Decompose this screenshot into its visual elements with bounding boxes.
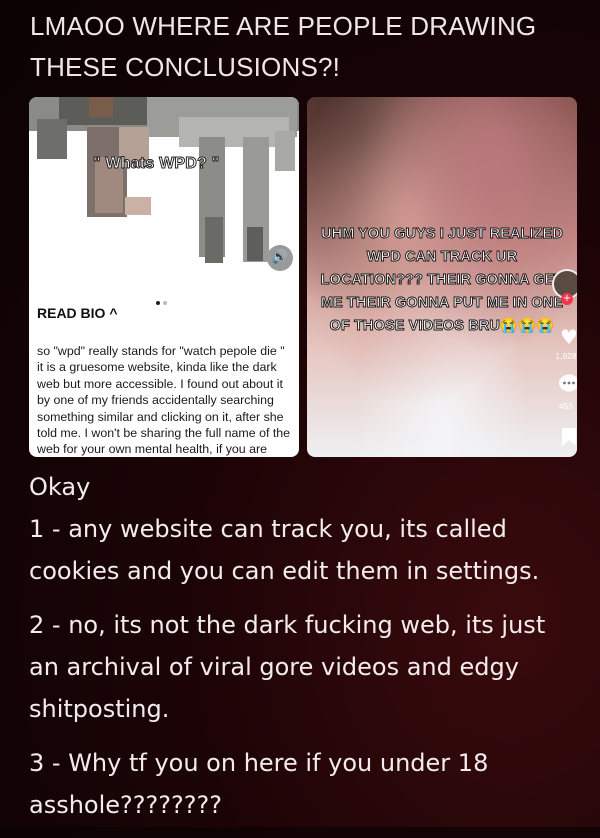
- image-caption: " Whats WPD? ": [92, 155, 220, 173]
- bookmark-icon[interactable]: [558, 427, 577, 451]
- comment-point-3: 3 - Why tf you on here if you under 18 a…: [29, 749, 489, 819]
- comment-point-1: 1 - any website can track you, its calle…: [29, 515, 540, 585]
- right-video-screenshot[interactable]: UHM YOU GUYS I JUST REALIZED WPD CAN TRA…: [307, 97, 577, 457]
- like-count: 1,928: [555, 351, 577, 361]
- post-title: LMAOO WHERE ARE PEOPLE DRAWING THESE CON…: [30, 11, 537, 82]
- read-bio-heading: READ BIO ^: [37, 305, 118, 321]
- left-screenshot-image[interactable]: " Whats WPD? " 🔊 READ BIO ^ so "wpd" rea…: [29, 97, 299, 457]
- comment-body: Okay 1 - any website can track you, its …: [29, 466, 574, 838]
- comment-icon[interactable]: [558, 373, 577, 399]
- heart-icon[interactable]: ♥: [558, 325, 577, 349]
- carousel-dots: [156, 290, 170, 309]
- comment-count: 455: [558, 401, 574, 411]
- comment-line-okay: Okay: [29, 473, 91, 501]
- follow-plus-icon[interactable]: +: [561, 293, 573, 305]
- bio-text: so "wpd" really stands for "watch pepole…: [37, 344, 291, 457]
- video-caption: UHM YOU GUYS I JUST REALIZED WPD CAN TRA…: [320, 226, 564, 335]
- speaker-icon[interactable]: 🔊: [267, 245, 293, 271]
- comment-point-2: 2 - no, its not the dark fucking web, it…: [29, 611, 546, 723]
